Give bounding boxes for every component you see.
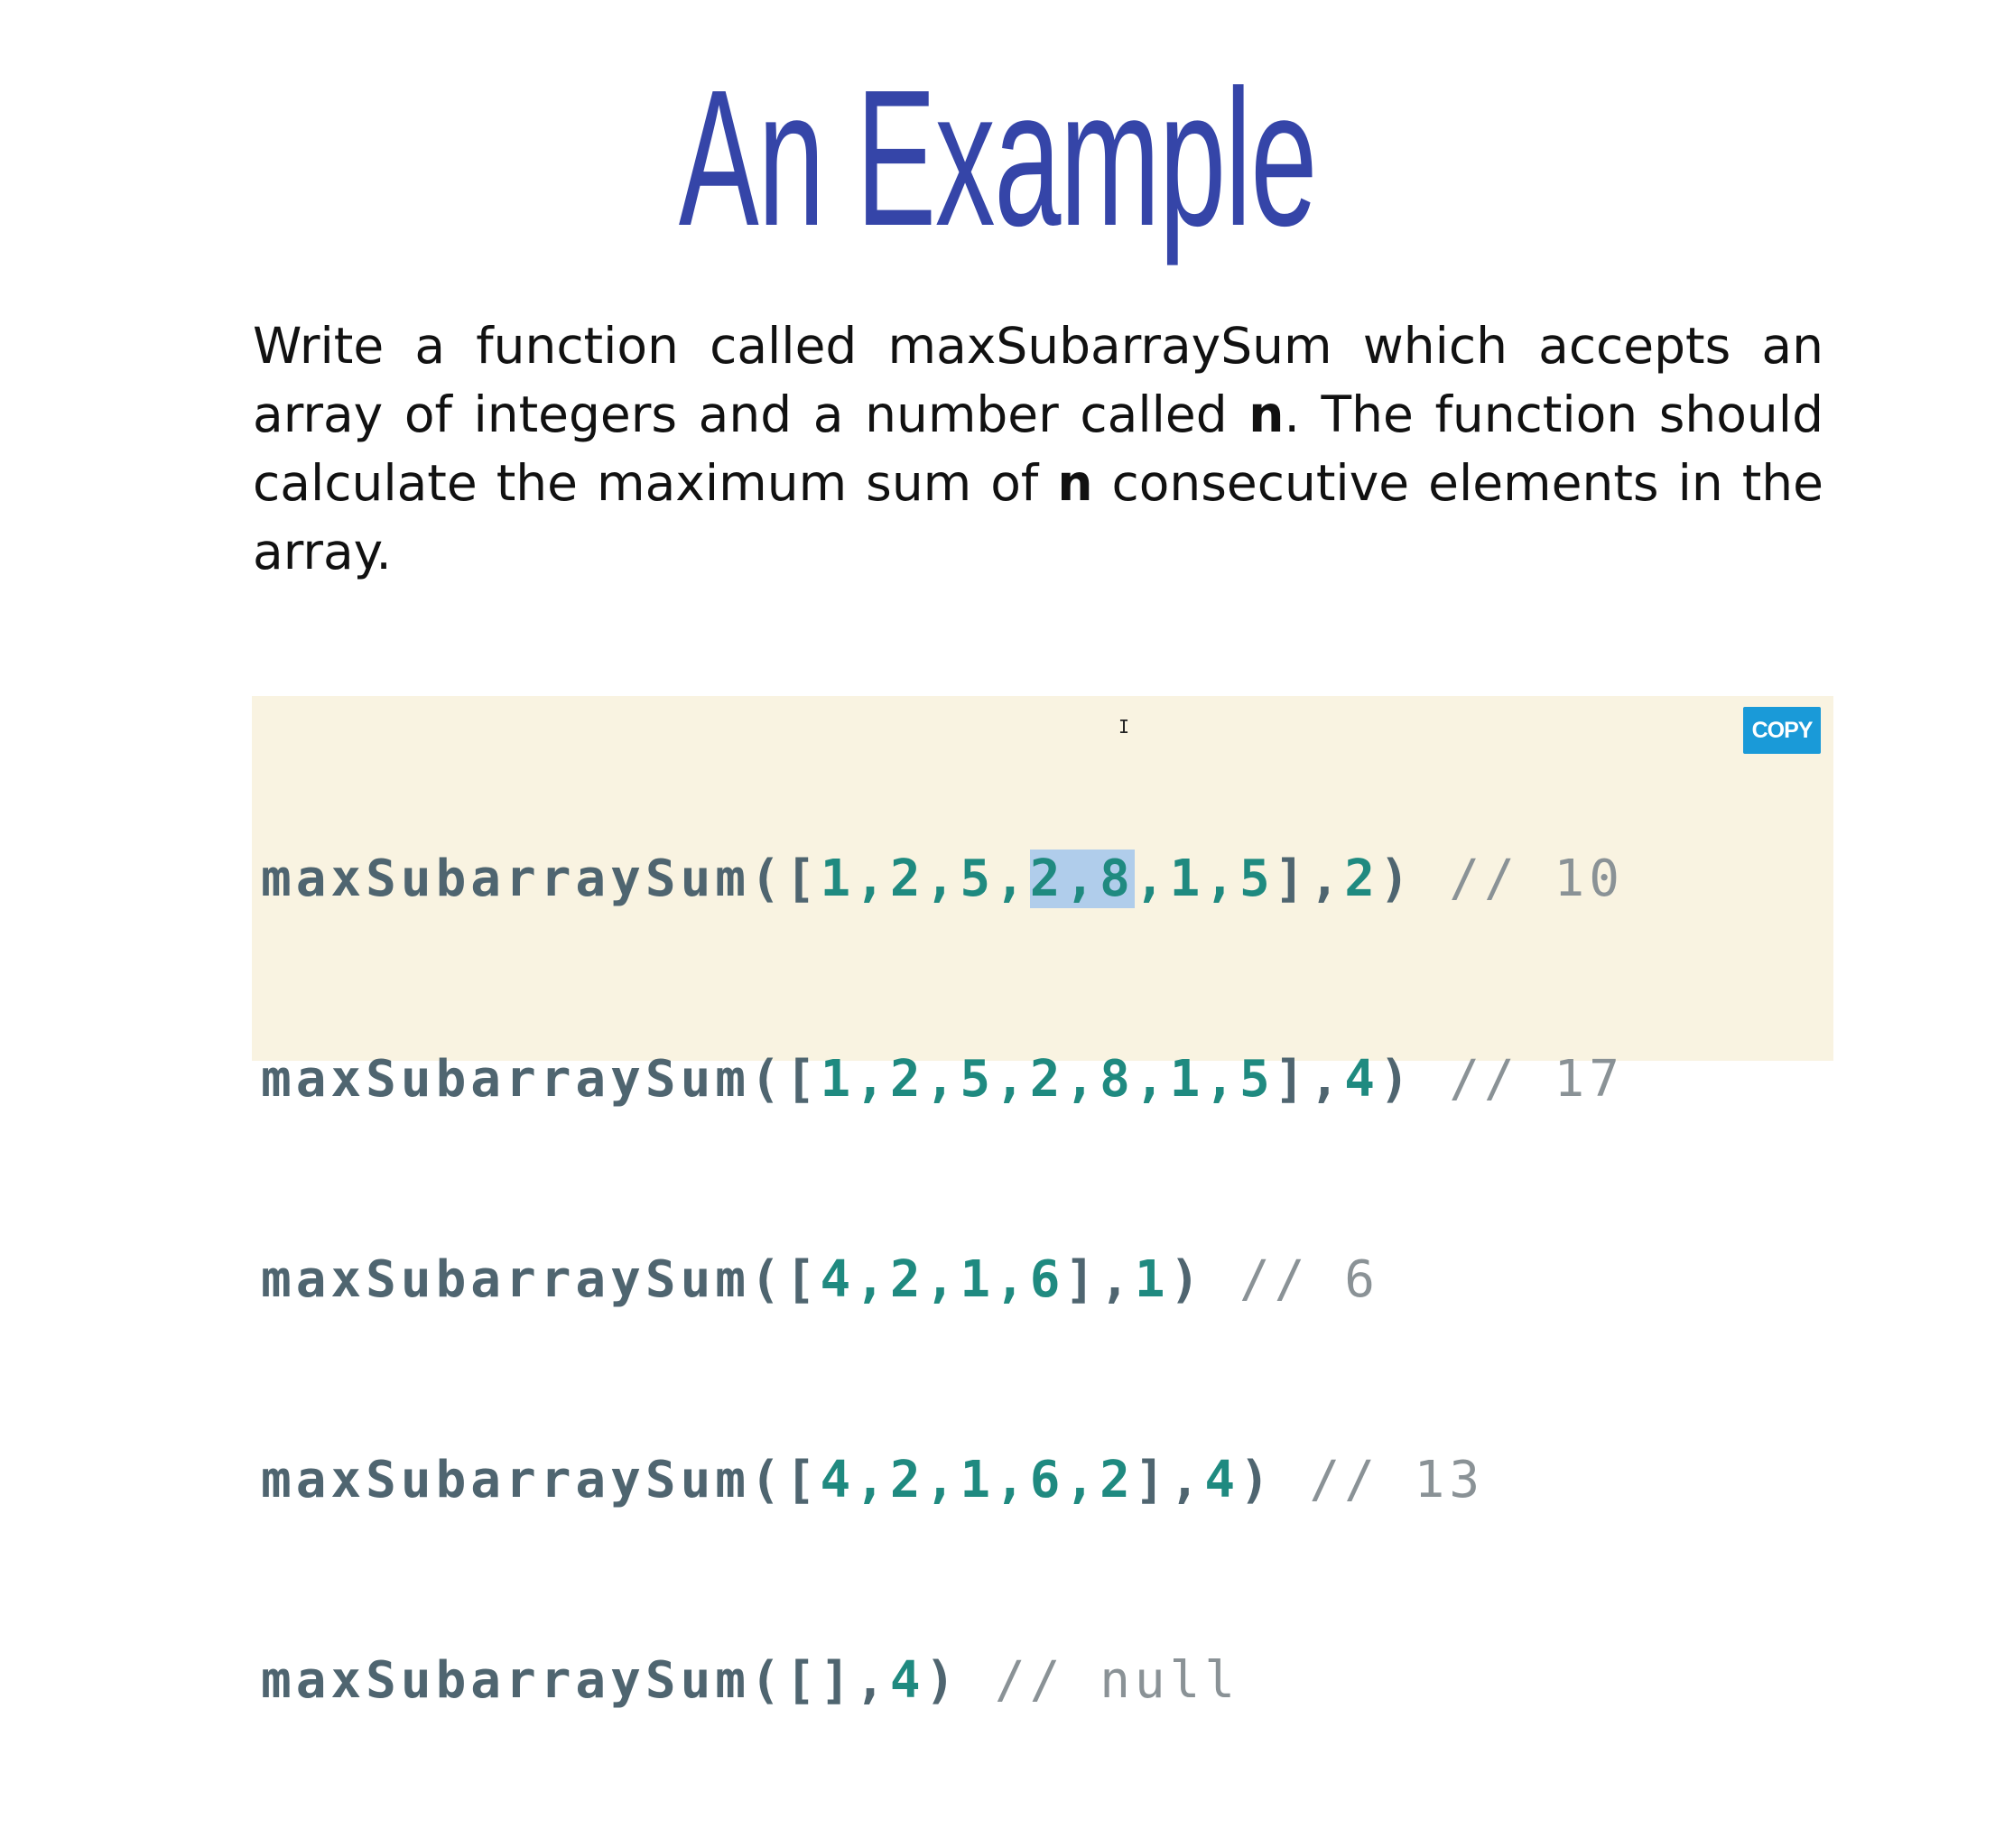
text-selection[interactable]: 2,8 (1029, 850, 1135, 908)
code-line[interactable]: maxSubarraySum([4,2,1,6,2],4) // 13 (261, 1447, 1624, 1514)
code-line[interactable]: maxSubarraySum([],4) // null (261, 1648, 1624, 1714)
code-line[interactable]: maxSubarraySum([1,2,5,2,8,1,5],4) // 17 (261, 1046, 1624, 1113)
problem-description: Write a function called maxSubarraySum w… (253, 311, 1823, 586)
function-name: maxSubarraySum (261, 850, 751, 908)
param-n: n (1248, 385, 1285, 443)
code-line[interactable]: maxSubarraySum([4,2,1,6],1) // 6 (261, 1247, 1624, 1314)
code-comment: // 10 (1414, 850, 1624, 908)
function-name: maxSubarraySum (261, 1050, 751, 1109)
code-comment: // null (960, 1651, 1240, 1710)
code-comment: // 17 (1414, 1050, 1624, 1109)
function-name: maxSubarraySum (261, 1250, 751, 1309)
code-comment: // 6 (1204, 1250, 1379, 1309)
param-n: n (1057, 454, 1093, 512)
code-block[interactable]: maxSubarraySum([1,2,5,2,8,1,5],2) // 10 … (252, 696, 1833, 1710)
code-lines[interactable]: maxSubarraySum([1,2,5,2,8,1,5],2) // 10 … (261, 712, 1624, 1848)
text-cursor-icon: I (1118, 716, 1130, 738)
copy-button[interactable]: COPY (1743, 707, 1821, 754)
function-name: maxSubarraySum (261, 1651, 751, 1710)
code-line[interactable]: maxSubarraySum([1,2,5,2,8,1,5],2) // 10 (261, 846, 1624, 913)
function-name: maxSubarraySum (261, 1451, 751, 1509)
slide-title: An Example (678, 49, 1318, 266)
code-comment: // 13 (1274, 1451, 1485, 1509)
